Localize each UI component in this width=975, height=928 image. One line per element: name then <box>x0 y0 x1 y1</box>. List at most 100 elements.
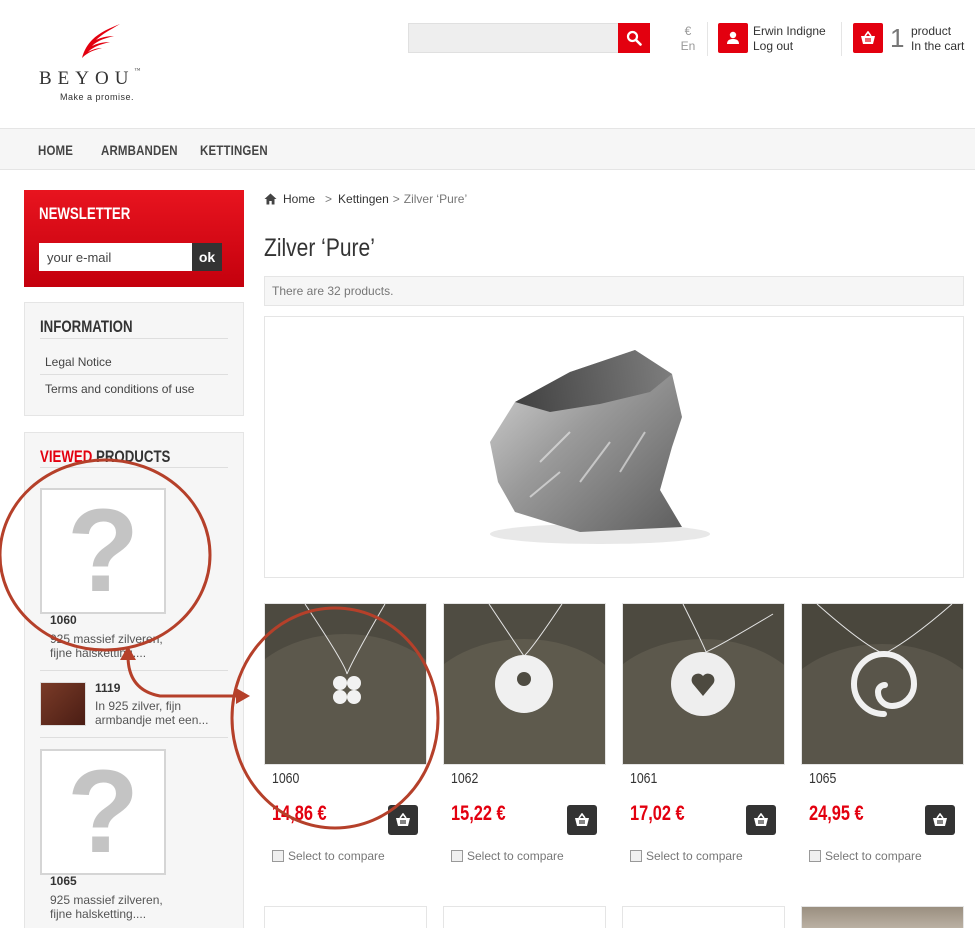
product-card[interactable]: 1065 24,95 € Select to compare <box>801 603 964 873</box>
terms-link[interactable]: Terms and conditions of use <box>45 382 194 396</box>
breadcrumb-category[interactable]: Kettingen <box>338 192 389 206</box>
product-card[interactable]: 1061 17,02 € Select to compare <box>622 603 785 873</box>
breadcrumb-home[interactable]: Home <box>283 192 315 206</box>
product-name[interactable]: 1065 <box>809 770 836 787</box>
add-to-cart-button[interactable] <box>388 805 418 835</box>
user-name-link[interactable]: Erwin Indigne <box>753 24 826 39</box>
viewed-product-image[interactable]: ? <box>40 488 166 614</box>
category-image <box>420 322 766 572</box>
viewed-product-image[interactable]: ? <box>40 749 166 875</box>
logo-tagline: Make a promise. <box>60 92 135 102</box>
product-card-partial[interactable] <box>622 906 785 928</box>
compare-checkbox-row[interactable]: Select to compare <box>630 849 743 863</box>
product-name[interactable]: 1061 <box>630 770 657 787</box>
wing-icon <box>82 24 120 58</box>
brand-logo[interactable]: BEYOU™ Make a promise. <box>38 20 168 110</box>
product-price: 17,02 € <box>630 802 685 825</box>
viewed-product-desc-line: armbandje met een... <box>95 713 209 727</box>
compare-checkbox-row[interactable]: Select to compare <box>809 849 922 863</box>
clover-pendant-image <box>265 604 426 764</box>
breadcrumb-separator: > <box>392 192 400 206</box>
user-account-button[interactable] <box>718 23 748 53</box>
compare-label[interactable]: Select to compare <box>825 849 922 863</box>
divider <box>40 670 228 671</box>
category-banner <box>264 316 964 578</box>
newsletter-block: NEWSLETTER ok <box>24 190 244 287</box>
viewed-product-id[interactable]: 1119 <box>95 681 120 695</box>
viewed-product-id[interactable]: 1065 <box>50 874 77 888</box>
compare-checkbox[interactable] <box>630 850 642 862</box>
cart-line-product: product <box>911 24 952 38</box>
information-block: INFORMATION Legal Notice Terms and condi… <box>24 302 244 416</box>
product-image[interactable] <box>264 603 427 765</box>
compare-label[interactable]: Select to compare <box>288 849 385 863</box>
language-code[interactable]: En <box>676 39 700 54</box>
product-card-partial[interactable] <box>443 906 606 928</box>
home-icon[interactable] <box>264 193 277 205</box>
viewed-product-id[interactable]: 1060 <box>50 613 77 627</box>
product-name[interactable]: 1060 <box>272 770 299 787</box>
nav-item-armbanden[interactable]: ARMBANDEN <box>101 142 178 158</box>
product-image[interactable] <box>443 603 606 765</box>
nav-item-kettingen[interactable]: KETTINGEN <box>200 142 268 158</box>
logout-link[interactable]: Log out <box>753 39 826 54</box>
breadcrumb-separator: > <box>325 192 333 206</box>
cart-summary[interactable]: product In the cart <box>911 24 964 54</box>
question-mark-icon: ? <box>66 746 140 878</box>
silver-nugget-image <box>490 350 710 544</box>
cart-line-status: In the cart <box>911 39 965 53</box>
viewed-product-desc-line: In 925 zilver, fijn <box>95 699 182 713</box>
currency-language-switch[interactable]: € En <box>676 24 700 54</box>
divider <box>40 338 228 339</box>
product-card[interactable]: 1060 14,86 € Select to compare <box>264 603 427 873</box>
compare-checkbox[interactable] <box>809 850 821 862</box>
compare-checkbox-row[interactable]: Select to compare <box>451 849 564 863</box>
product-price: 24,95 € <box>809 802 864 825</box>
viewed-product-desc-line: fijne halsketting.... <box>50 907 147 921</box>
product-card[interactable]: 1062 15,22 € Select to compare <box>443 603 606 873</box>
divider <box>40 374 228 375</box>
disc-pendant-image <box>444 604 605 764</box>
user-info: Erwin Indigne Log out <box>753 24 826 54</box>
product-count-bar: There are 32 products. <box>264 276 964 306</box>
basket-icon <box>575 813 589 826</box>
product-name[interactable]: 1062 <box>451 770 478 787</box>
basket-icon <box>396 813 410 826</box>
search-input[interactable] <box>408 23 618 53</box>
breadcrumb: Home > Kettingen > Zilver ‘Pure’ <box>264 192 467 206</box>
search-button[interactable] <box>618 23 650 53</box>
newsletter-submit-button[interactable]: ok <box>192 243 222 271</box>
product-card-partial[interactable] <box>801 906 964 928</box>
product-image[interactable] <box>801 603 964 765</box>
cart-count[interactable]: 1 <box>890 22 904 54</box>
divider <box>40 737 228 738</box>
compare-label[interactable]: Select to compare <box>467 849 564 863</box>
site-header: BEYOU™ Make a promise. € En Erwin Indign… <box>0 0 975 128</box>
newsletter-email-input[interactable] <box>39 243 192 271</box>
basket-icon <box>754 813 768 826</box>
breadcrumb-current: Zilver ‘Pure’ <box>403 192 468 206</box>
add-to-cart-button[interactable] <box>925 805 955 835</box>
product-image[interactable] <box>622 603 785 765</box>
user-icon <box>727 31 739 44</box>
add-to-cart-button[interactable] <box>746 805 776 835</box>
compare-checkbox[interactable] <box>451 850 463 862</box>
legal-notice-link[interactable]: Legal Notice <box>45 355 112 369</box>
compare-checkbox[interactable] <box>272 850 284 862</box>
viewed-product-thumbnail[interactable] <box>40 682 86 726</box>
compare-checkbox-row[interactable]: Select to compare <box>272 849 385 863</box>
divider <box>841 22 842 56</box>
currency-symbol[interactable]: € <box>676 24 700 39</box>
main-nav: HOME ARMBANDEN KETTINGEN <box>0 128 975 170</box>
divider <box>40 467 228 468</box>
add-to-cart-button[interactable] <box>567 805 597 835</box>
question-mark-icon: ? <box>66 485 140 617</box>
product-price: 14,86 € <box>272 802 327 825</box>
cart-button[interactable] <box>853 23 883 53</box>
basket-icon <box>933 813 947 826</box>
nav-item-home[interactable]: HOME <box>38 142 73 158</box>
search-icon <box>626 30 642 46</box>
compare-label[interactable]: Select to compare <box>646 849 743 863</box>
viewed-products-block: VIEWED PRODUCTS ? 1060 925 massief zilve… <box>24 432 244 928</box>
product-card-partial[interactable] <box>264 906 427 928</box>
